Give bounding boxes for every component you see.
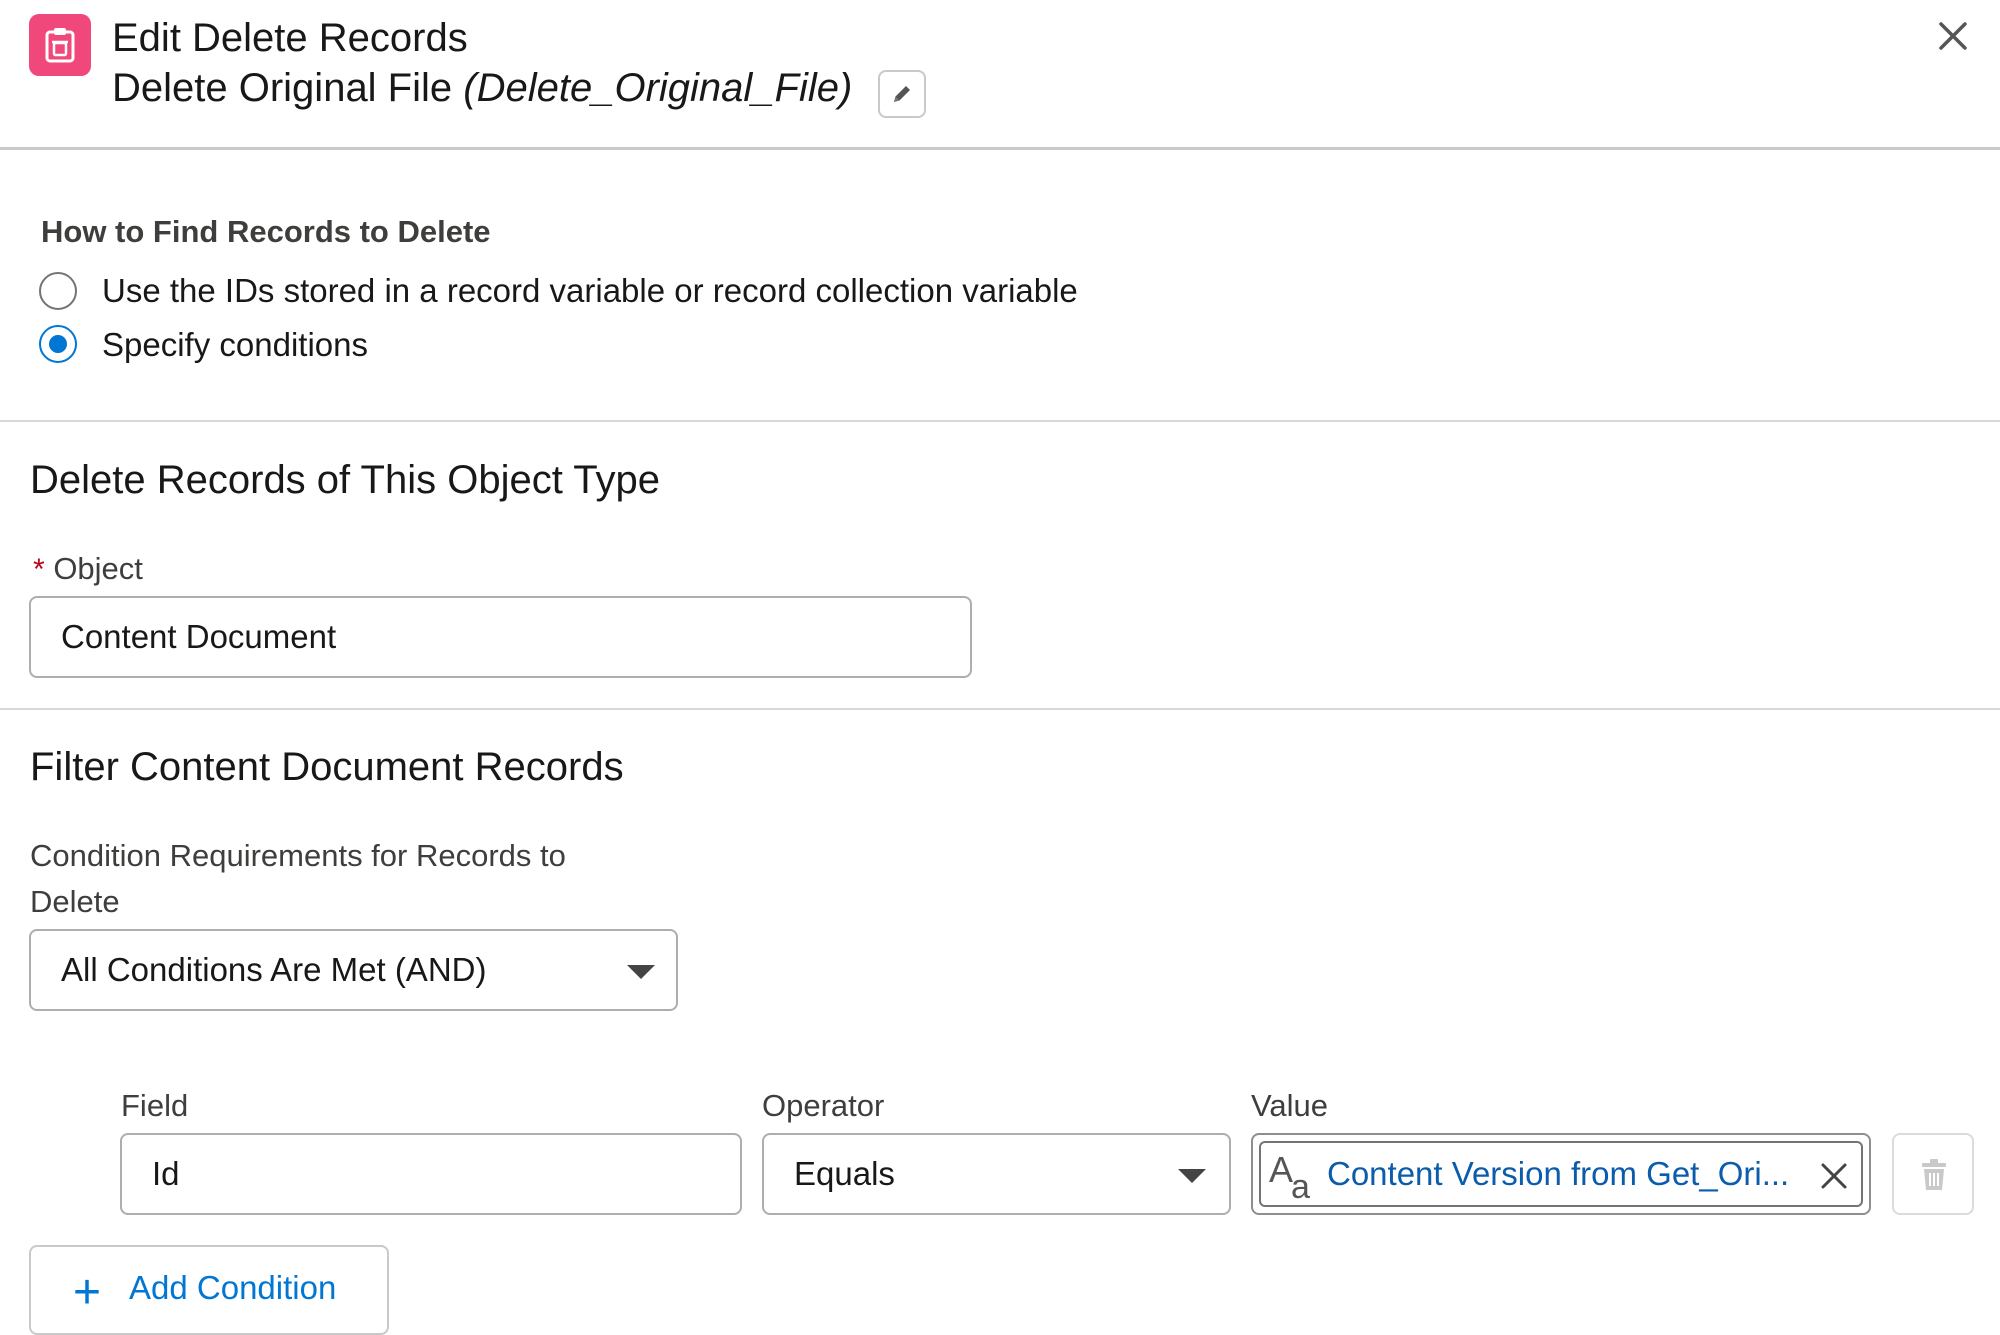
element-name: Delete Original File (Delete_Original_Fi…: [112, 66, 852, 111]
condition-requirements-label-line2: Delete: [30, 884, 120, 919]
operator-column-header: Operator: [762, 1088, 885, 1123]
pencil-icon: [894, 86, 910, 102]
value-column-header: Value: [1251, 1088, 1328, 1123]
trash-icon: [1922, 1159, 1946, 1190]
condition-field-input[interactable]: Id: [120, 1133, 742, 1215]
condition-requirements-value: All Conditions Are Met (AND): [61, 951, 487, 988]
condition-requirements-select[interactable]: All Conditions Are Met (AND): [29, 929, 678, 1011]
condition-requirements-label-line1: Condition Requirements for Records to: [30, 838, 566, 873]
condition-value-text: Content Version from Get_Ori...: [1327, 1155, 1790, 1192]
chevron-down-icon: [627, 965, 655, 979]
condition-operator-value: Equals: [794, 1155, 895, 1192]
object-section-title: Delete Records of This Object Type: [30, 458, 660, 502]
section-divider: [0, 708, 2000, 710]
condition-value-pill[interactable]: Aa Content Version from Get_Ori...: [1259, 1141, 1863, 1207]
element-label: Delete Original File: [112, 66, 453, 110]
remove-value-icon[interactable]: [1819, 1161, 1849, 1191]
chevron-down-icon: [1178, 1169, 1206, 1183]
object-label-text: Object: [53, 551, 143, 586]
edit-name-button[interactable]: [878, 70, 926, 118]
object-input[interactable]: Content Document: [29, 596, 972, 678]
condition-field-value: Id: [152, 1155, 180, 1192]
radio-specify-conditions-label[interactable]: Specify conditions: [102, 326, 368, 364]
plus-icon: +: [73, 1266, 102, 1319]
condition-value-input[interactable]: Aa Content Version from Get_Ori...: [1251, 1133, 1871, 1215]
section-divider: [0, 420, 2000, 422]
radio-use-ids-label[interactable]: Use the IDs stored in a record variable …: [102, 272, 1078, 310]
text-type-icon: Aa: [1269, 1149, 1310, 1206]
modal-title: Edit Delete Records: [112, 16, 468, 60]
required-marker: *: [33, 553, 45, 586]
delete-records-icon: [29, 14, 91, 76]
object-input-value: Content Document: [61, 618, 337, 655]
radio-specify-conditions[interactable]: [39, 325, 77, 363]
add-condition-label: Add Condition: [129, 1269, 337, 1306]
element-api-name: (Delete_Original_File): [463, 66, 853, 110]
condition-operator-select[interactable]: Equals: [762, 1133, 1231, 1215]
field-column-header: Field: [121, 1088, 189, 1123]
filter-section-title: Filter Content Document Records: [30, 745, 624, 789]
how-to-find-label: How to Find Records to Delete: [41, 214, 491, 249]
radio-use-ids[interactable]: [39, 272, 77, 310]
close-icon[interactable]: [1935, 18, 1971, 54]
add-condition-button[interactable]: + Add Condition: [29, 1245, 389, 1335]
delete-condition-button[interactable]: [1892, 1133, 1974, 1215]
object-field-label: * Object: [33, 551, 143, 587]
